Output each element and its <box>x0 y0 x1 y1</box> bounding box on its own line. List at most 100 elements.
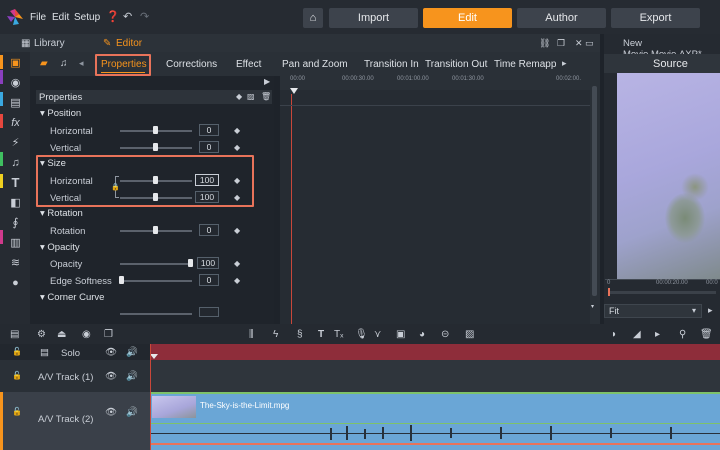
play-icon[interactable]: ▶ <box>264 77 270 86</box>
rotation-knob[interactable] <box>153 226 158 234</box>
audio-wave-icon[interactable]: ≋ <box>9 256 22 269</box>
lock-icon[interactable]: 🔒 <box>111 183 120 191</box>
marker-flag-icon[interactable]: ◢ <box>633 329 641 340</box>
delete-icon[interactable]: 🗑 <box>700 329 713 340</box>
size-vertical-value[interactable]: 100 <box>195 191 219 203</box>
disc-icon[interactable]: ◉ <box>9 76 22 89</box>
position-vertical-value[interactable]: 0 <box>199 141 219 153</box>
keyframe-diamond-icon[interactable]: ◆ <box>234 143 240 152</box>
transition-icon[interactable]: ⋎ <box>374 329 381 340</box>
editor-tab[interactable]: Editor <box>116 38 142 49</box>
keyframe-timeline[interactable] <box>280 76 590 324</box>
keyframe-diamond-icon[interactable]: ◆ <box>234 226 240 235</box>
tab-effect[interactable]: Effect <box>236 59 261 70</box>
video-props-icon[interactable]: ▰ <box>40 58 48 69</box>
undo-icon[interactable]: ↶ <box>123 10 132 23</box>
speaker-icon[interactable]: 🔊 <box>126 407 138 418</box>
settings-gear-icon[interactable]: ⚙ <box>37 329 46 340</box>
opacity-knob[interactable] <box>188 259 193 267</box>
scroll-down-icon[interactable]: ▾ <box>591 303 594 310</box>
circle-icon[interactable]: ◉ <box>82 329 91 340</box>
rotation-value[interactable]: 0 <box>199 224 219 236</box>
marker-next-icon[interactable]: ▸ <box>655 329 660 340</box>
image-clip-icon[interactable]: ▨ <box>465 329 474 340</box>
tab-pan-zoom[interactable]: Pan and Zoom <box>282 59 348 70</box>
fx-icon[interactable]: fx <box>9 116 22 129</box>
menu-file[interactable]: File <box>30 12 46 23</box>
trash-icon[interactable]: 🗑 <box>261 92 271 101</box>
speaker-icon[interactable]: 🔊 <box>126 371 138 382</box>
lightning-icon[interactable]: ⚡ <box>9 136 22 149</box>
opacity-value[interactable]: 100 <box>197 257 219 269</box>
link-clip-icon[interactable]: ⊝ <box>441 329 449 340</box>
tab-time-remapping[interactable]: Time Remappin <box>494 59 556 70</box>
tracks-icon[interactable]: ▤ <box>10 329 19 340</box>
shapes-icon[interactable]: ◧ <box>9 196 22 209</box>
lightning-tool-icon[interactable]: ϟ <box>273 329 278 340</box>
position-vertical-knob[interactable] <box>153 143 158 151</box>
close-panel-icon[interactable]: ✕ <box>575 38 583 49</box>
track-lock-icon[interactable]: 🔓 <box>12 407 22 416</box>
marker-icon[interactable]: ◗ <box>611 329 617 340</box>
motion-icon[interactable]: ∮ <box>9 216 22 229</box>
redo-icon[interactable]: ↷ <box>140 10 149 23</box>
track-lock-icon[interactable]: 🔓 <box>12 371 22 380</box>
size-horizontal-value[interactable]: 100 <box>195 174 219 186</box>
timeline-playhead-icon[interactable] <box>150 354 158 359</box>
tab-transition-in[interactable]: Transition In <box>364 59 419 70</box>
more-icon[interactable]: ▸ <box>708 305 713 316</box>
timeline-scrollbar-thumb[interactable] <box>592 86 597 296</box>
position-section[interactable]: ▾ Position <box>40 108 81 119</box>
tab-properties[interactable]: Properties <box>101 59 147 70</box>
menu-edit[interactable]: Edit <box>52 12 69 23</box>
keyframe-diamond-icon[interactable]: ◆ <box>234 193 240 202</box>
snap-icon[interactable]: ⚲ <box>679 329 686 340</box>
music-icon[interactable]: ♫ <box>9 156 22 169</box>
microphone-icon[interactable]: 🎙 <box>355 329 368 340</box>
opacity-slider[interactable] <box>120 263 192 265</box>
audio-props-icon[interactable]: ♫ <box>60 58 68 69</box>
size-section[interactable]: ▾ Size <box>40 158 66 169</box>
source-scrubber[interactable] <box>608 288 610 296</box>
title-icon[interactable]: T <box>318 329 324 340</box>
opacity-section[interactable]: ▾ Opacity <box>40 242 80 253</box>
library-tab[interactable]: Library <box>34 38 65 49</box>
tabs-scroll-right-icon[interactable]: ▸ <box>562 58 567 69</box>
track-lock-icon[interactable]: 🔓 <box>12 347 22 356</box>
layers-icon[interactable]: ▤ <box>9 96 22 109</box>
edge-softness-value[interactable]: 0 <box>199 274 219 286</box>
solo-icon[interactable]: ▤ <box>40 347 49 358</box>
nav-author-button[interactable]: Author <box>517 8 606 28</box>
position-horizontal-value[interactable]: 0 <box>199 124 219 136</box>
menu-setup[interactable]: Setup <box>74 12 100 23</box>
subtitle-icon[interactable]: ▣ <box>396 329 405 340</box>
razor-icon[interactable]: § <box>297 329 303 340</box>
position-horizontal-knob[interactable] <box>153 126 158 134</box>
title-alt-icon[interactable]: Tₓ <box>334 329 343 340</box>
record-icon[interactable]: ● <box>9 276 22 289</box>
tab-corrections[interactable]: Corrections <box>166 59 217 70</box>
tab-transition-out[interactable]: Transition Out <box>425 59 487 70</box>
color-wheel-icon[interactable]: ◕ <box>419 329 425 340</box>
tabs-scroll-left-icon[interactable]: ◂ <box>79 58 84 69</box>
home-button[interactable]: ⌂ <box>303 8 323 28</box>
size-horizontal-knob[interactable] <box>153 176 158 184</box>
rotation-section[interactable]: ▾ Rotation <box>40 208 83 219</box>
keyframe-diamond-icon[interactable]: ◆ <box>234 176 240 185</box>
fit-select[interactable]: Fit ▾ <box>604 304 702 318</box>
media-icon[interactable]: ▣ <box>9 56 22 69</box>
size-vertical-knob[interactable] <box>153 193 158 201</box>
edge-softness-knob[interactable] <box>119 276 124 284</box>
audio-mixer-icon[interactable]: ⫼ <box>249 329 254 340</box>
source-preview-image[interactable] <box>617 73 720 279</box>
maximize-icon[interactable]: ▭ <box>585 38 594 49</box>
eye-icon[interactable]: 👁 <box>105 371 117 382</box>
corner-curve-section[interactable]: ▾ Corner Curve <box>40 292 104 303</box>
title-text-icon[interactable]: T <box>9 175 22 190</box>
eye-icon[interactable]: 👁 <box>105 407 117 418</box>
nav-import-button[interactable]: Import <box>329 8 418 28</box>
solo-track-bar[interactable] <box>150 344 720 360</box>
image-icon[interactable]: ▨ <box>247 92 255 101</box>
help-icon[interactable]: ❓ <box>106 10 120 23</box>
keyframe-add-icon[interactable]: ◆ <box>236 92 242 101</box>
